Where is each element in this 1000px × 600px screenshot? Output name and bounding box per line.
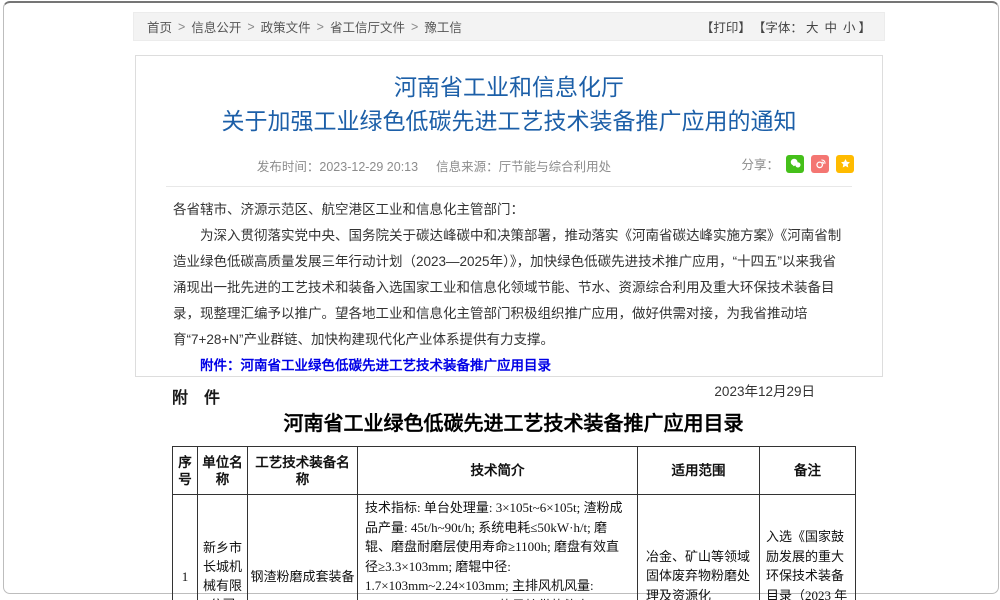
cell-equipment-name: 钢渣粉磨成套装备 — [248, 495, 358, 600]
header-equipment-name: 工艺技术装备名称 — [248, 447, 358, 495]
publish-time-label: 发布时间： — [257, 160, 320, 174]
font-size-medium-button[interactable]: 中 — [824, 17, 837, 36]
body-paragraph: 为深入贯彻落实党中央、国务院关于碳达峰碳中和决策部署，推动落实《河南省碳达峰实施… — [173, 223, 845, 353]
breadcrumb-item-policy-documents[interactable]: 政策文件 — [261, 17, 311, 36]
font-size-label: 【字体： — [753, 17, 803, 36]
page-toolbar: 【打印】 【字体： 大 中 小 】 — [701, 17, 871, 36]
breadcrumb-item-current[interactable]: 豫工信 — [424, 17, 462, 36]
breadcrumb-separator: > — [411, 20, 418, 34]
breadcrumb-separator: > — [178, 20, 185, 34]
catalog-table: 序号 单位名称 工艺技术装备名称 技术简介 适用范围 备注 1 新乡市长城机械有… — [172, 446, 856, 600]
article-title-line2: 关于加强工业绿色低碳先进工艺技术装备推广应用的通知 — [136, 106, 882, 136]
source-value: 厅节能与综合利用处 — [499, 160, 612, 174]
share-group: 分享： — [741, 154, 854, 173]
cell-remarks: 入选《国家鼓励发展的重大环保技术装备目录（2023 年版）》 — [760, 495, 856, 600]
share-favorite-star-icon[interactable] — [836, 155, 854, 173]
table-header-row: 序号 单位名称 工艺技术装备名称 技术简介 适用范围 备注 — [173, 447, 856, 495]
article-body: 各省辖市、济源示范区、航空港区工业和信息化主管部门： 为深入贯彻落实党中央、国务… — [136, 187, 882, 405]
cell-scope: 冶金、矿山等领域固体废弃物粉磨处理及资源化 — [638, 495, 760, 600]
breadcrumb-separator: > — [317, 20, 324, 34]
header-company-name: 单位名称 — [198, 447, 248, 495]
header-scope: 适用范围 — [638, 447, 760, 495]
share-weibo-icon[interactable] — [811, 155, 829, 173]
document-date: 2023年12月29日 — [173, 379, 845, 405]
share-wechat-icon[interactable] — [786, 155, 804, 173]
share-label: 分享： — [741, 154, 779, 173]
font-size-large-button[interactable]: 大 — [806, 17, 819, 36]
breadcrumb: 首页 > 信息公开 > 政策文件 > 省工信厅文件 > 豫工信 — [147, 17, 462, 36]
catalog-title: 河南省工业绿色低碳先进工艺技术装备推广应用目录 — [172, 407, 855, 436]
font-size-label-end: 】 — [858, 17, 871, 36]
header-tech-intro: 技术简介 — [358, 447, 638, 495]
source-label: 信息来源： — [436, 160, 499, 174]
breadcrumb-item-info-disclosure[interactable]: 信息公开 — [191, 17, 241, 36]
attachment-heading: 附 件 — [172, 384, 220, 408]
salutation-paragraph: 各省辖市、济源示范区、航空港区工业和信息化主管部门： — [173, 197, 845, 223]
publish-time-value: 2023-12-29 20:13 — [319, 160, 418, 174]
font-size-small-button[interactable]: 小 — [843, 17, 856, 36]
header-serial-no: 序号 — [173, 447, 198, 495]
article-container: 河南省工业和信息化厅 关于加强工业绿色低碳先进工艺技术装备推广应用的通知 发布时… — [135, 55, 883, 377]
cell-serial-no: 1 — [173, 495, 198, 600]
breadcrumb-item-home[interactable]: 首页 — [147, 17, 172, 36]
header-remarks: 备注 — [760, 447, 856, 495]
cell-tech-intro: 技术指标: 单台处理量: 3×105t~6×105t; 渣粉成品产量: 45t/… — [358, 495, 638, 600]
print-button[interactable]: 【打印】 — [701, 17, 751, 36]
attachment-link[interactable]: 附件：河南省工业绿色低碳先进工艺技术装备推广应用目录 — [200, 358, 551, 373]
article-title-line1: 河南省工业和信息化厅 — [136, 72, 882, 102]
breadcrumb-separator: > — [247, 20, 254, 34]
cell-company-name: 新乡市长城机械有限公司 — [198, 495, 248, 600]
breadcrumb-bar: 首页 > 信息公开 > 政策文件 > 省工信厅文件 > 豫工信 【打印】 【字体… — [133, 12, 885, 41]
table-row: 1 新乡市长城机械有限公司 钢渣粉磨成套装备 技术指标: 单台处理量: 3×10… — [173, 495, 856, 600]
article-meta: 发布时间：2023-12-29 20:13 信息来源：厅节能与综合利用处 分享： — [136, 156, 882, 174]
breadcrumb-item-dept-documents[interactable]: 省工信厅文件 — [330, 17, 405, 36]
